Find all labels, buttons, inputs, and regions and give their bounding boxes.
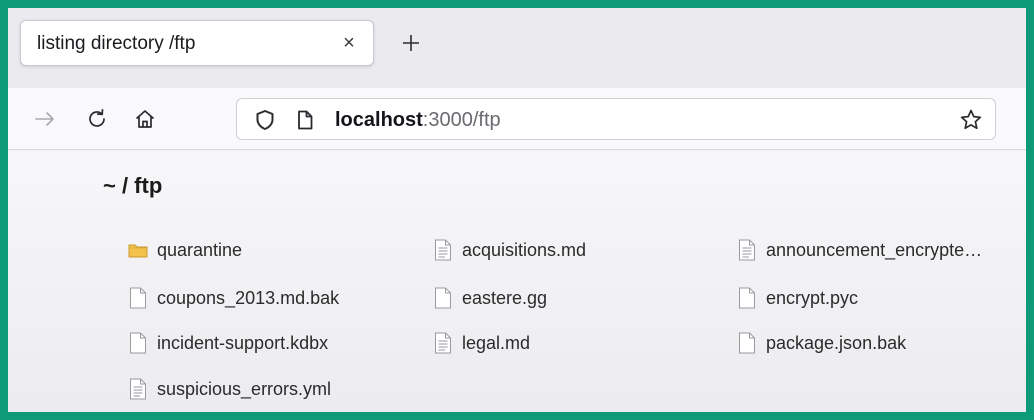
file-icon — [736, 287, 758, 309]
file-link[interactable]: announcement_encrypte… — [736, 238, 982, 262]
star-icon[interactable] — [959, 108, 983, 132]
tracking-shield-icon[interactable] — [253, 108, 277, 132]
navigation-bar: localhost:3000/ftp — [8, 88, 1026, 150]
file-icon — [127, 332, 149, 354]
file-link[interactable]: encrypt.pyc — [736, 286, 858, 310]
text-file-icon — [432, 332, 454, 354]
plus-icon — [403, 35, 419, 51]
file-icon — [432, 287, 454, 309]
home-icon — [135, 110, 155, 128]
file-name: coupons_2013.md.bak — [157, 287, 340, 308]
file-name: legal.md — [462, 332, 531, 353]
file-name: quarantine — [157, 239, 243, 260]
tab-listing-directory[interactable]: listing directory /ftp × — [20, 20, 374, 66]
file-name: encrypt.pyc — [766, 287, 859, 308]
file-name: acquisitions.md — [462, 239, 587, 260]
file-name: suspicious_errors.yml — [157, 378, 332, 399]
file-name: incident-support.kdbx — [157, 332, 329, 353]
page-icon[interactable] — [293, 108, 317, 132]
close-tab-icon[interactable]: × — [337, 31, 361, 55]
back-button[interactable] — [30, 104, 60, 134]
file-link[interactable]: eastere.gg — [432, 286, 547, 310]
file-link[interactable]: package.json.bak — [736, 331, 906, 355]
file-link[interactable]: suspicious_errors.yml — [127, 377, 331, 401]
url-text[interactable]: localhost:3000/ftp — [335, 109, 501, 132]
file-icon — [736, 332, 758, 354]
url-host: localhost — [335, 109, 423, 131]
file-link[interactable]: quarantine — [127, 238, 242, 262]
text-file-icon — [736, 239, 758, 261]
tab-strip: listing directory /ftp × — [8, 8, 1026, 88]
folder-icon — [127, 239, 149, 261]
file-link[interactable]: legal.md — [432, 331, 530, 355]
home-button[interactable] — [130, 104, 160, 134]
file-link[interactable]: incident-support.kdbx — [127, 331, 328, 355]
file-name: announcement_encrypte… — [766, 239, 983, 260]
file-name: package.json.bak — [766, 332, 907, 353]
file-link[interactable]: acquisitions.md — [432, 238, 586, 262]
reload-button[interactable] — [82, 104, 112, 134]
new-tab-button[interactable] — [394, 26, 428, 60]
reload-icon — [89, 108, 105, 127]
file-link[interactable]: coupons_2013.md.bak — [127, 286, 339, 310]
directory-listing-page: ~ / ftp quarantine acquisitions.md announc… — [8, 151, 1026, 412]
url-bar[interactable]: localhost:3000/ftp — [236, 98, 996, 140]
file-name: eastere.gg — [462, 287, 548, 308]
back-arrow-icon — [35, 112, 54, 126]
file-icon — [127, 287, 149, 309]
browser-window: listing directory /ftp × localhost:3000/… — [8, 8, 1026, 412]
tab-title: listing directory /ftp — [37, 33, 196, 54]
page-title: ~ / ftp — [103, 173, 163, 198]
url-path: :3000/ftp — [422, 109, 501, 131]
text-file-icon — [127, 378, 149, 400]
text-file-icon — [432, 239, 454, 261]
